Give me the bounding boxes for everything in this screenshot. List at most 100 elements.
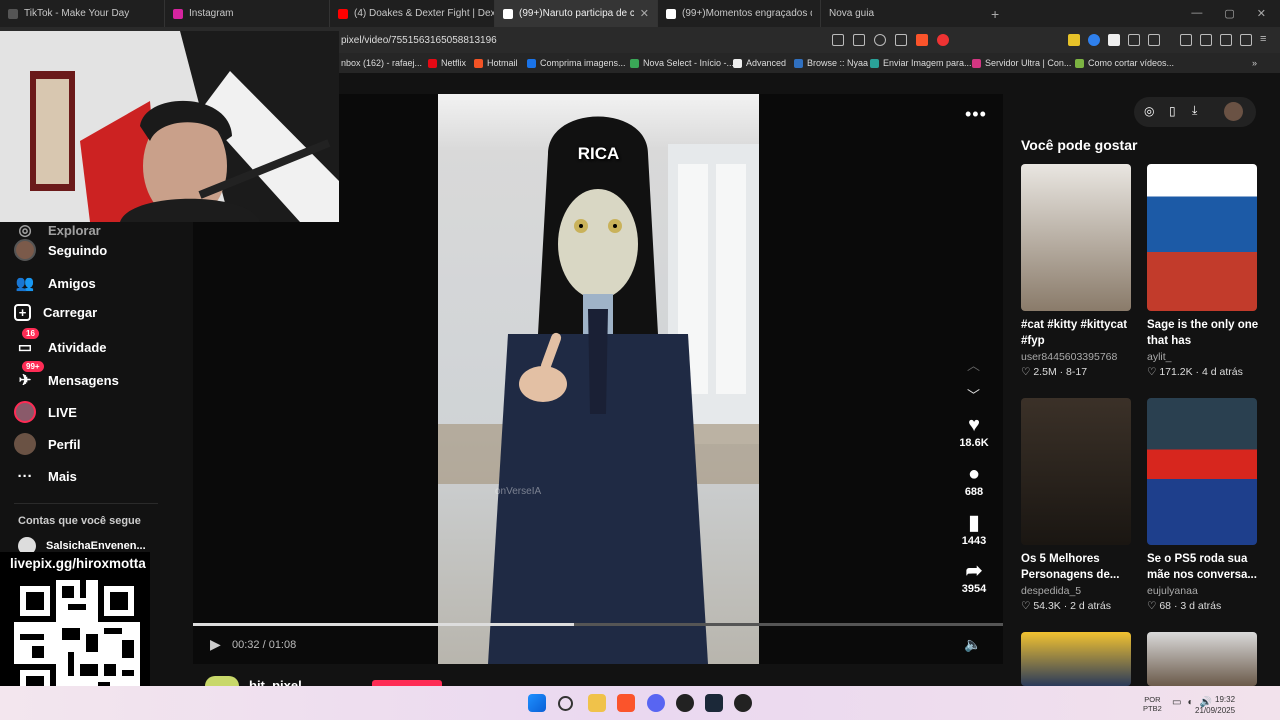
bookmark-item[interactable]: Servidor Ultra | Con... <box>972 58 1071 68</box>
minimize-icon[interactable]: — <box>1191 7 1202 20</box>
obs-icon[interactable] <box>676 694 694 712</box>
like-action[interactable]: ♥ 18.6K <box>958 413 990 449</box>
user-avatar[interactable] <box>1224 102 1243 121</box>
input-language[interactable]: POR PTB2 <box>1143 695 1162 713</box>
author-avatar[interactable] <box>205 676 239 686</box>
close-window-icon[interactable]: ✕ <box>1257 7 1266 20</box>
bookmark-item[interactable]: Netflix <box>428 58 466 68</box>
bookmark-item[interactable]: Hotmail <box>474 58 518 68</box>
nav-messages[interactable]: ✈ 99+ Mensagens <box>14 361 119 391</box>
more-options-icon[interactable]: ••• <box>965 104 987 125</box>
tab-momentos[interactable]: (99+)Momentos engraçados do Fute <box>658 0 821 27</box>
puzzle-icon[interactable] <box>1128 34 1140 46</box>
shield-vpn-icon[interactable] <box>1240 34 1252 46</box>
playback-time: 00:32 / 01:08 <box>232 639 297 651</box>
tab-new[interactable]: Nova guia <box>821 0 985 27</box>
youtube-icon <box>338 8 348 19</box>
bookmark-item[interactable]: Comprima imagens... <box>527 58 626 68</box>
extension-blue-icon[interactable] <box>1088 34 1100 46</box>
system-clock[interactable]: 19:32 21/09/2025 <box>1195 694 1235 716</box>
window-controls: — ▢ ✕ <box>1191 7 1280 20</box>
compass-icon[interactable]: ◎ <box>1144 104 1154 118</box>
bookmark-item[interactable]: Enviar Imagem para... <box>870 58 972 68</box>
share-action[interactable]: ➦ 3954 <box>958 559 990 595</box>
recommendation-card[interactable]: Sage is the only one that has Pronounce.… <box>1147 164 1259 378</box>
progress-fill <box>193 623 574 626</box>
tiktok-icon <box>503 8 513 19</box>
wallet-icon[interactable] <box>1200 34 1212 46</box>
nav-more[interactable]: ··· Mais <box>14 465 77 487</box>
app-icon[interactable] <box>734 694 752 712</box>
windows-start-icon[interactable] <box>528 694 546 712</box>
recommendation-card[interactable] <box>1147 632 1259 686</box>
bookmark-icon: ▮ <box>968 512 980 534</box>
messages-icon: ✈ 99+ <box>14 361 44 391</box>
zoom-icon[interactable] <box>874 34 886 46</box>
nav-upload[interactable]: + Carregar <box>14 304 97 321</box>
music-icon[interactable] <box>1180 34 1192 46</box>
heart-outline-icon: ♡ <box>1021 600 1031 612</box>
extension-yellow-icon[interactable] <box>1068 34 1080 46</box>
steam-icon[interactable] <box>705 694 723 712</box>
video-frame[interactable] <box>438 94 759 664</box>
maximize-icon[interactable]: ▢ <box>1224 7 1234 20</box>
block-icon[interactable] <box>832 34 844 46</box>
brave-browser-icon[interactable] <box>617 694 635 712</box>
url-field[interactable]: pixel/video/7551563165058813196 <box>341 35 497 46</box>
nav-explore[interactable]: ◎ Explorar <box>14 219 100 241</box>
nav-activity[interactable]: ▭ 16 Atividade <box>14 328 107 358</box>
livepix-url: livepix.gg/hiroxmotta <box>10 556 146 571</box>
save-action[interactable]: ▮ 1443 <box>958 511 990 547</box>
share-icon[interactable] <box>895 34 907 46</box>
next-video-icon[interactable]: ﹀ <box>967 385 980 404</box>
previous-video-icon[interactable]: ︿ <box>967 355 980 374</box>
comment-count: 688 <box>964 486 984 498</box>
nav-friends[interactable]: 👥 Amigos <box>14 272 96 294</box>
recommendation-thumbnail <box>1021 398 1131 545</box>
bookmark-item[interactable]: Nova Select - Início -... <box>630 58 734 68</box>
nav-following[interactable]: Seguindo <box>14 239 107 261</box>
bookmark-item[interactable]: Advanced <box>733 58 786 68</box>
play-icon[interactable]: ▶ <box>210 636 221 653</box>
menu-icon[interactable]: ≡ <box>1260 34 1272 46</box>
author-name[interactable]: bit_pixel <box>249 678 302 686</box>
close-tab-icon[interactable]: ✕ <box>634 7 649 20</box>
tab-instagram[interactable]: Instagram <box>165 0 330 27</box>
discord-icon[interactable] <box>647 694 665 712</box>
file-explorer-icon[interactable] <box>588 694 606 712</box>
tab-youtube[interactable]: (4) Doakes & Dexter Fight | Dexter # <box>330 0 495 27</box>
bookmark-item[interactable]: nbox (162) - rafaej... <box>341 58 422 68</box>
bookmark-item[interactable]: Como cortar vídeos... <box>1075 58 1174 68</box>
volume-icon[interactable]: 🔈 <box>964 636 981 653</box>
new-tab-plus-icon[interactable]: + <box>991 6 999 22</box>
profile-icon <box>14 433 36 455</box>
download-icon[interactable]: ⤓ <box>1192 103 1197 118</box>
heart-outline-icon: ♡ <box>1147 366 1157 378</box>
recommendation-card[interactable]: #cat #kitty #kittycat #fyp user844560339… <box>1021 164 1133 378</box>
tab-tiktok[interactable]: TikTok - Make Your Day <box>0 0 165 27</box>
brave-rewards-icon[interactable] <box>937 34 949 46</box>
recommendation-card[interactable] <box>1021 632 1133 686</box>
activity-icon: ▭ 16 <box>14 328 39 358</box>
tiktok-icon <box>8 8 18 19</box>
nav-live[interactable]: LIVE <box>14 401 77 423</box>
search-icon[interactable] <box>558 696 573 711</box>
extension-icons: ≡ <box>1068 34 1272 46</box>
phone-icon[interactable]: ▯ <box>1169 104 1176 118</box>
bookmark-item[interactable]: Browse :: Nyaa <box>794 58 868 68</box>
comment-action[interactable]: ● 688 <box>958 462 990 498</box>
recommendations-title: Você pode gostar <box>1021 137 1138 153</box>
tab-active-naruto[interactable]: (99+)Naruto participa de concu ✕ <box>495 0 658 27</box>
screenshot-icon[interactable] <box>853 34 865 46</box>
comment-icon: ● <box>967 463 981 485</box>
webcam-scene <box>0 31 339 222</box>
recommendation-card[interactable]: Se o PS5 roda sua mãe nos conversa... eu… <box>1147 398 1259 612</box>
panel-icon[interactable] <box>1220 34 1232 46</box>
microsoft-icon <box>474 58 483 68</box>
nav-profile[interactable]: Perfil <box>14 433 81 455</box>
bookmarks-overflow-icon[interactable]: » <box>1252 58 1257 68</box>
recommendation-card[interactable]: Os 5 Melhores Personagens de... despedid… <box>1021 398 1133 612</box>
extension-white-icon[interactable] <box>1108 34 1120 46</box>
sidebar-icon[interactable] <box>1148 34 1160 46</box>
brave-shield-icon[interactable] <box>916 34 928 46</box>
